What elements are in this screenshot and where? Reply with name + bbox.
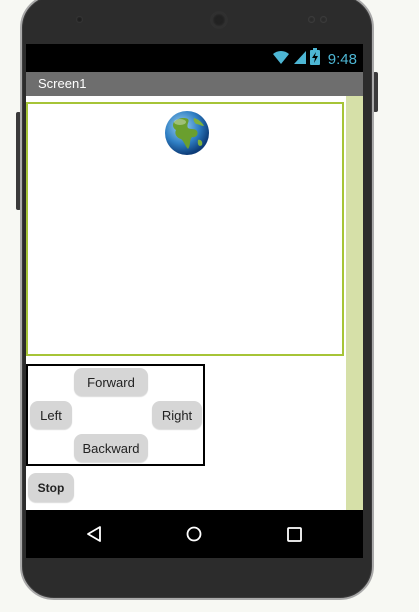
screen-title: Screen1 bbox=[38, 76, 87, 91]
signal-icon bbox=[293, 49, 307, 70]
status-bar: 9:48 bbox=[26, 44, 363, 72]
front-camera bbox=[212, 13, 226, 27]
sensor-dot bbox=[308, 16, 315, 23]
recent-apps-icon[interactable] bbox=[287, 527, 302, 547]
sensor-dot bbox=[76, 16, 83, 23]
forward-button[interactable]: Forward bbox=[74, 368, 148, 396]
battery-charging-icon bbox=[309, 48, 320, 70]
status-time: 9:48 bbox=[327, 50, 357, 68]
drawing-canvas[interactable] bbox=[26, 102, 344, 356]
direction-controls: Forward Left Right Backward bbox=[26, 364, 205, 466]
navigation-bar bbox=[26, 510, 363, 558]
back-icon[interactable] bbox=[86, 526, 102, 547]
title-bar: Screen1 bbox=[26, 72, 363, 96]
left-button[interactable]: Left bbox=[30, 401, 72, 429]
device-screen: 9:48 Screen1 Forward Left Right Backward… bbox=[26, 44, 363, 510]
emulator-page: 9:48 Screen1 Forward Left Right Backward… bbox=[0, 0, 419, 612]
backward-button[interactable]: Backward bbox=[74, 434, 148, 462]
sensor-dot bbox=[320, 16, 327, 23]
right-button[interactable]: Right bbox=[152, 401, 202, 429]
globe-icon[interactable] bbox=[164, 110, 210, 156]
scrollbar[interactable] bbox=[346, 96, 363, 510]
wifi-icon bbox=[272, 49, 290, 70]
stop-button[interactable]: Stop bbox=[28, 473, 74, 502]
home-icon[interactable] bbox=[186, 526, 202, 547]
